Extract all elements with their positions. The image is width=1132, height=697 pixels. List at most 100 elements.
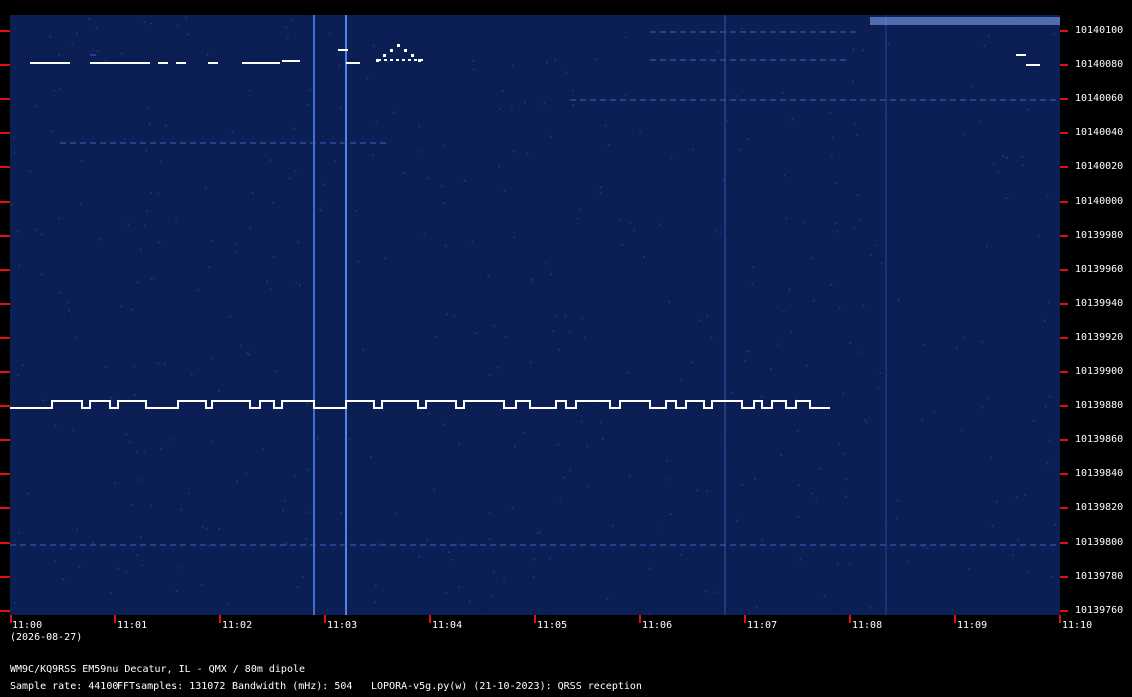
noise-speck — [195, 57, 198, 59]
noise-speck — [95, 27, 98, 30]
noise-speck — [529, 361, 532, 364]
noise-speck — [39, 380, 41, 382]
noise-speck — [26, 478, 29, 480]
noise-speck — [218, 528, 220, 530]
noise-speck — [971, 131, 974, 133]
noise-speck — [197, 536, 199, 538]
left-tick-mark — [0, 64, 10, 67]
noise-speck — [483, 246, 486, 249]
frequency-tick-mark — [1060, 336, 1068, 339]
noise-speck — [417, 19, 420, 21]
noise-speck — [59, 292, 62, 294]
noise-speck — [1032, 348, 1035, 351]
bandwidth-info: Bandwidth (mHz): 504 — [232, 681, 353, 692]
noise-speck — [711, 442, 714, 445]
noise-speck — [908, 554, 910, 557]
noise-speck — [470, 284, 472, 287]
noise-speck — [869, 254, 872, 256]
noise-speck — [435, 336, 437, 338]
noise-speck — [783, 310, 785, 312]
frequency-label: 10139820 — [1075, 502, 1124, 514]
noise-speck — [550, 135, 552, 138]
noise-speck — [643, 256, 645, 258]
noise-speck — [135, 201, 138, 203]
noise-speck — [116, 539, 118, 541]
time-tick-mark — [534, 615, 536, 623]
noise-speck — [712, 60, 715, 63]
sample-rate-info: Sample rate: 44100 — [10, 681, 119, 692]
noise-speck — [836, 230, 838, 233]
noise-speck — [869, 475, 872, 477]
noise-speck — [879, 372, 882, 374]
noise-speck — [244, 249, 246, 251]
noise-speck — [207, 54, 209, 56]
noise-speck — [799, 558, 801, 561]
noise-speck — [53, 89, 55, 92]
noise-speck — [502, 90, 504, 92]
left-tick-mark — [0, 609, 10, 612]
frequency-tick-mark — [1060, 132, 1068, 135]
noise-speck — [531, 280, 534, 283]
fft-samples-info: FFTsamples: 131072 — [117, 681, 226, 692]
left-tick-mark — [0, 132, 10, 135]
noise-speck — [590, 381, 592, 383]
noise-speck — [156, 113, 158, 115]
noise-speck — [599, 192, 601, 194]
noise-speck — [873, 560, 875, 563]
noise-speck — [110, 592, 112, 594]
noise-speck — [513, 446, 516, 448]
frequency-tick-mark — [1060, 541, 1068, 544]
noise-speck — [281, 429, 283, 431]
noise-speck — [69, 169, 72, 171]
noise-speck — [92, 542, 94, 544]
noise-speck — [852, 315, 854, 318]
noise-speck — [375, 121, 377, 124]
noise-speck — [830, 284, 833, 286]
noise-speck — [472, 327, 474, 329]
noise-speck — [323, 183, 325, 185]
noise-speck — [229, 315, 231, 318]
noise-speck — [524, 101, 526, 104]
noise-speck — [943, 457, 945, 459]
noise-speck — [835, 182, 837, 184]
noise-speck — [633, 229, 635, 232]
noise-speck — [628, 55, 630, 58]
noise-speck — [157, 362, 159, 365]
triangle-dot — [390, 49, 393, 52]
noise-speck — [880, 596, 883, 598]
noise-speck — [10, 307, 12, 309]
frequency-label: 10139940 — [1075, 297, 1124, 309]
noise-speck — [627, 478, 629, 480]
time-tick-mark — [429, 615, 431, 623]
noise-speck — [604, 124, 607, 127]
noise-speck — [844, 495, 847, 498]
noise-speck — [319, 207, 321, 209]
noise-speck — [831, 154, 833, 157]
noise-speck — [715, 183, 717, 185]
frequency-tick-mark — [1060, 575, 1068, 578]
noise-speck — [131, 308, 133, 311]
noise-speck — [258, 460, 260, 463]
noise-speck — [240, 344, 242, 347]
noise-speck — [1059, 103, 1060, 106]
noise-speck — [266, 280, 268, 283]
noise-speck — [290, 513, 292, 515]
noise-speck — [276, 74, 279, 76]
noise-speck — [110, 397, 113, 399]
noise-speck — [226, 440, 228, 442]
noise-speck — [103, 226, 106, 229]
noise-speck — [518, 77, 521, 79]
noise-speck — [302, 271, 305, 274]
noise-speck — [384, 257, 386, 259]
noise-speck — [649, 386, 651, 388]
noise-speck — [744, 133, 747, 135]
noise-speck — [69, 547, 72, 550]
noise-speck — [488, 374, 491, 377]
noise-speck — [76, 529, 79, 531]
noise-speck — [626, 372, 629, 374]
noise-speck — [153, 277, 156, 279]
noise-speck — [75, 337, 77, 339]
noise-speck — [563, 606, 565, 608]
noise-speck — [864, 419, 866, 421]
noise-speck — [511, 108, 513, 110]
